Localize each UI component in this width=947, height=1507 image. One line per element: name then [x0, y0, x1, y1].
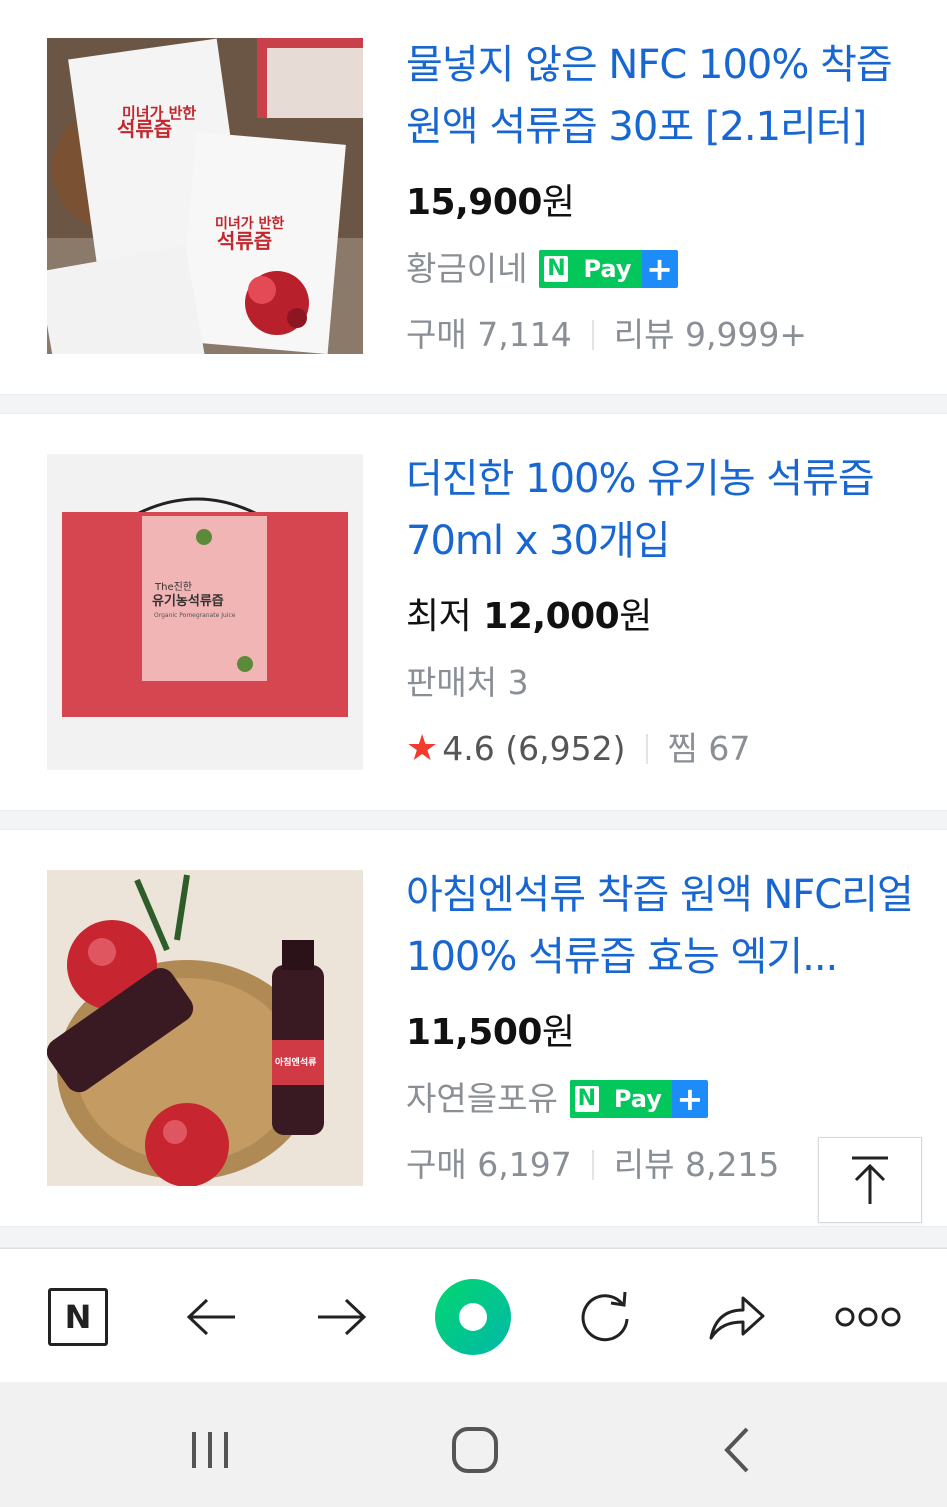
more-button[interactable] [828, 1277, 908, 1357]
npay-n-icon: N [569, 1080, 604, 1118]
system-navigation-bar [0, 1382, 947, 1507]
product-info-2: 더진한 100% 유기농 석류즙 70ml x 30개입 최저 12,000원 … [406, 448, 916, 774]
package-label-organic: 유기농석류즙 [152, 594, 224, 609]
chevron-left-icon [724, 1427, 749, 1473]
product-image-1[interactable]: 미녀가 반한 석류즙 미녀가 반한 석류즙 [47, 38, 363, 354]
review-label[interactable]: 리뷰 [614, 310, 675, 360]
currency: 원 [619, 596, 652, 637]
purchase-count: 6,197 [477, 1145, 572, 1184]
scroll-to-top-button[interactable] [818, 1137, 922, 1223]
stats-divider [645, 734, 648, 764]
product-price: 15,900원 [406, 178, 916, 228]
naver-n-icon: N [48, 1288, 108, 1346]
back-system-button[interactable] [697, 1410, 777, 1490]
price-prefix: 최저 [406, 596, 472, 637]
product-title[interactable]: 물넣지 않은 NFC 100% 착즙 원액 석류즙 30포 [2.1리터] [406, 34, 916, 158]
npay-n-icon: N [539, 250, 574, 288]
product-price: 11,500원 [406, 1008, 916, 1058]
price-value: 11,500 [406, 1012, 542, 1053]
zzim-label: 찜 [667, 729, 698, 768]
seller-row: 자연을포유 N Pay + [406, 1074, 916, 1124]
currency: 원 [541, 1012, 575, 1053]
recent-apps-icon [192, 1432, 228, 1468]
stats-divider [591, 1150, 594, 1180]
more-dots-icon [835, 1307, 901, 1327]
seller-count-row: 판매처 3 [406, 658, 916, 708]
product-card-2[interactable]: The진한 유기농석류즙 Organic Pomegranate Juice 더… [0, 414, 947, 810]
plus-icon: + [671, 1080, 708, 1118]
price-value: 15,900 [406, 182, 542, 223]
home-button[interactable] [435, 1410, 515, 1490]
rating-row: ★ 4.6 (6,952) 찜 67 [406, 724, 916, 774]
stats-divider [591, 320, 594, 350]
review-label[interactable]: 리뷰 [614, 1140, 675, 1190]
package-label-english: Organic Pomegranate Juice [154, 612, 236, 619]
purchase-label: 구매 [406, 1145, 467, 1184]
product-price: 최저 12,000원 [406, 592, 916, 642]
forward-button[interactable] [302, 1277, 382, 1357]
share-button[interactable] [697, 1277, 777, 1357]
green-dot-button[interactable] [433, 1277, 513, 1357]
package-label-4: 석류즙 [217, 229, 272, 253]
package-label-2: 석류즙 [117, 117, 172, 141]
review-count[interactable]: 9,999+ [685, 310, 807, 360]
refresh-icon [581, 1291, 629, 1342]
rating-value: 4.6 [442, 729, 495, 768]
plus-icon: + [641, 250, 678, 288]
browser-toolbar: N [0, 1248, 947, 1382]
seller-count[interactable]: 판매처 3 [406, 658, 529, 708]
star-icon: ★ [406, 728, 439, 769]
arrow-up-to-top-icon [852, 1156, 888, 1204]
price-value: 12,000 [483, 596, 620, 637]
seller-name[interactable]: 황금이네 [406, 244, 527, 294]
seller-name[interactable]: 자연을포유 [406, 1074, 558, 1124]
refresh-button[interactable] [565, 1277, 645, 1357]
product-card-3[interactable]: 아침엔석류 아침엔석류 착즙 원액 NFC리얼 100% 석류즙 효능 엑기..… [0, 830, 947, 1226]
product-title[interactable]: 더진한 100% 유기농 석류즙 70ml x 30개입 [406, 448, 916, 572]
purchase-count: 7,114 [477, 315, 572, 354]
green-dot-icon [435, 1279, 511, 1355]
review-count[interactable]: 8,215 [685, 1140, 779, 1190]
arrow-left-icon [186, 1298, 235, 1336]
recent-apps-button[interactable] [170, 1410, 250, 1490]
currency: 원 [541, 182, 575, 223]
package-label-the: The진한 [154, 581, 192, 593]
seller-row: 황금이네 N Pay + [406, 244, 916, 294]
stats-row: 구매 7,114 리뷰 9,999+ [406, 310, 916, 360]
npay-plus-badge: N Pay + [539, 250, 678, 288]
product-title[interactable]: 아침엔석류 착즙 원액 NFC리얼 100% 석류즙 효능 엑기... [406, 864, 916, 988]
home-icon [452, 1427, 498, 1473]
product-info-1: 물넣지 않은 NFC 100% 착즙 원액 석류즙 30포 [2.1리터] 15… [406, 34, 916, 360]
naver-home-button[interactable]: N [38, 1277, 118, 1357]
npay-plus-badge: N Pay + [569, 1080, 708, 1118]
back-button[interactable] [171, 1277, 251, 1357]
section-divider [0, 810, 947, 830]
product-image-2[interactable]: The진한 유기농석류즙 Organic Pomegranate Juice [47, 454, 363, 770]
purchase-label: 구매 [406, 315, 467, 354]
product-image-3[interactable]: 아침엔석류 [47, 870, 363, 1186]
zzim-count: 67 [708, 729, 751, 768]
share-arrow-icon [709, 1296, 765, 1340]
npay-pay-label: Pay [573, 250, 642, 288]
section-divider [0, 394, 947, 414]
section-divider [0, 1226, 947, 1248]
product-card-1[interactable]: 미녀가 반한 석류즙 미녀가 반한 석류즙 물넣지 않은 NFC 100% 착즙… [0, 0, 947, 394]
bottle-label: 아침엔석류 [275, 1056, 316, 1068]
npay-pay-label: Pay [603, 1080, 672, 1118]
arrow-right-icon [318, 1298, 367, 1336]
rating-count[interactable]: (6,952) [505, 724, 625, 774]
